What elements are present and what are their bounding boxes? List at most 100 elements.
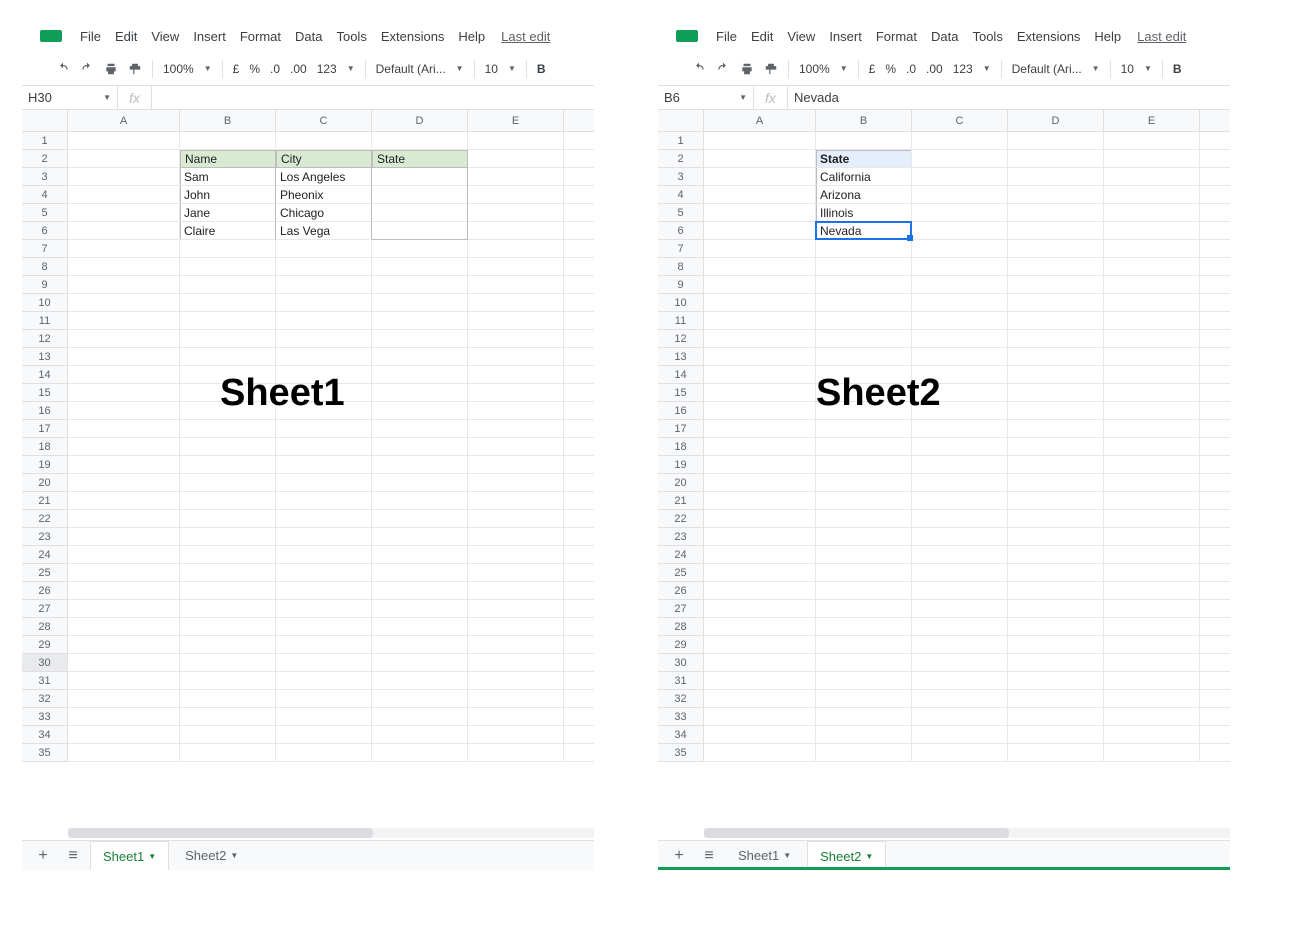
menu-edit[interactable]: Edit [111,27,141,46]
row-head[interactable]: 34 [22,726,68,744]
menu-help[interactable]: Help [454,27,489,46]
grid-cell[interactable] [912,618,1008,636]
grid-cell[interactable] [1008,168,1104,186]
grid-cell[interactable] [564,636,594,654]
grid-cell[interactable] [372,276,468,294]
grid-cell[interactable] [68,744,180,762]
grid-cell[interactable] [912,420,1008,438]
grid-cell[interactable] [912,276,1008,294]
grid-cell[interactable] [468,708,564,726]
grid-cell[interactable] [1008,330,1104,348]
row-head[interactable]: 23 [658,528,704,546]
grid-cell[interactable] [816,654,912,672]
grid-cell[interactable] [912,132,1008,150]
row-head[interactable]: 11 [658,312,704,330]
grid-cell[interactable] [468,654,564,672]
chevron-down-icon[interactable]: ▼ [230,851,238,860]
grid-cell[interactable] [180,240,276,258]
grid-cell[interactable] [68,150,180,168]
grid-cell[interactable] [180,618,276,636]
grid-cell[interactable] [912,582,1008,600]
data-cell[interactable]: Los Angeles [276,168,372,186]
grid-cell[interactable] [564,330,594,348]
spreadsheet-grid[interactable]: ABCDE 1234567891011121314151617181920212… [22,110,594,830]
grid-cell[interactable] [468,546,564,564]
grid-cell[interactable] [276,510,372,528]
grid-cell[interactable] [564,438,594,456]
grid-cell[interactable] [468,150,564,168]
grid-cell[interactable] [468,258,564,276]
grid-cell[interactable] [816,420,912,438]
grid-cell[interactable] [816,618,912,636]
grid-cell[interactable] [1104,618,1200,636]
row-head[interactable]: 30 [658,654,704,672]
row-head[interactable]: 14 [22,366,68,384]
grid-cell[interactable] [468,384,564,402]
grid-cell[interactable] [1008,294,1104,312]
grid-cell[interactable] [372,618,468,636]
grid-cell[interactable] [564,618,594,636]
decrease-decimal-button[interactable]: .0 [904,62,918,76]
grid-cell[interactable] [180,510,276,528]
grid-cell[interactable] [704,330,816,348]
grid-cell[interactable] [68,474,180,492]
row-head[interactable]: 19 [22,456,68,474]
row-head[interactable]: 29 [658,636,704,654]
grid-cell[interactable] [68,330,180,348]
grid-cell[interactable] [912,492,1008,510]
grid-cell[interactable] [704,510,816,528]
grid-cell[interactable] [68,618,180,636]
grid-cell[interactable] [276,564,372,582]
grid-cell[interactable] [704,366,816,384]
grid-cell[interactable] [1200,168,1230,186]
grid-cell[interactable] [1200,492,1230,510]
grid-cell[interactable] [912,240,1008,258]
grid-cell[interactable] [372,708,468,726]
grid-cell[interactable] [912,672,1008,690]
grid-cell[interactable] [468,438,564,456]
select-all-corner[interactable] [658,110,704,132]
grid-cell[interactable] [704,186,816,204]
redo-icon[interactable] [78,60,96,78]
all-sheets-icon[interactable]: ≡ [696,847,722,865]
grid-cell[interactable] [1200,222,1230,240]
grid-cell[interactable] [912,600,1008,618]
row-head[interactable]: 21 [22,492,68,510]
grid-cell[interactable] [1200,744,1230,762]
row-head[interactable]: 32 [22,690,68,708]
col-head-B[interactable]: B [816,110,912,132]
undo-icon[interactable] [690,60,708,78]
grid-cell[interactable] [564,348,594,366]
grid-cell[interactable] [704,258,816,276]
row-head[interactable]: 4 [22,186,68,204]
row-head[interactable]: 9 [22,276,68,294]
grid-cell[interactable] [1200,456,1230,474]
grid-cell[interactable] [704,240,816,258]
grid-cell[interactable] [704,690,816,708]
grid-cell[interactable] [564,240,594,258]
grid-cell[interactable] [180,330,276,348]
grid-cell[interactable] [1200,564,1230,582]
grid-cell[interactable] [1008,726,1104,744]
row-head[interactable]: 6 [658,222,704,240]
menu-edit[interactable]: Edit [747,27,777,46]
name-box[interactable]: H30 ▼ [22,86,118,109]
grid-cell[interactable] [276,582,372,600]
grid-cell[interactable] [704,438,816,456]
grid-cell[interactable] [564,222,594,240]
row-head[interactable]: 25 [22,564,68,582]
row-head[interactable]: 21 [658,492,704,510]
grid-cell[interactable] [68,312,180,330]
formula-input[interactable]: Nevada [788,90,1230,105]
menu-insert[interactable]: Insert [189,27,230,46]
grid-cell[interactable] [564,492,594,510]
grid-cell[interactable] [912,168,1008,186]
data-cell[interactable]: Arizona [816,186,912,204]
grid-cell[interactable] [704,168,816,186]
grid-cell[interactable] [564,474,594,492]
row-head[interactable]: 8 [22,258,68,276]
grid-cell[interactable] [468,492,564,510]
data-cell[interactable]: California [816,168,912,186]
grid-cell[interactable] [816,636,912,654]
menu-view[interactable]: View [783,27,819,46]
